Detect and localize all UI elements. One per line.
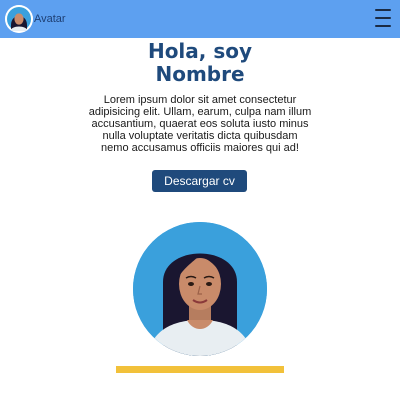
menu-line <box>375 9 391 11</box>
title-line-2: Nombre <box>155 62 245 86</box>
menu-line <box>375 25 391 27</box>
page-title: Hola, soy Nombre <box>0 40 400 86</box>
portrait-illustration <box>133 222 267 356</box>
navbar: Avatar <box>0 0 400 38</box>
title-line-1: Hola, soy <box>147 39 253 63</box>
accent-bar <box>116 366 284 373</box>
download-cv-button[interactable]: Descargar cv <box>152 170 247 192</box>
profile-portrait <box>133 222 267 356</box>
avatar-icon[interactable] <box>5 5 33 33</box>
hamburger-menu-icon[interactable] <box>375 9 391 27</box>
menu-line <box>375 17 391 19</box>
intro-paragraph: Lorem ipsum dolor sit amet consectetur a… <box>88 94 312 154</box>
brand-label[interactable]: Avatar <box>34 13 66 25</box>
